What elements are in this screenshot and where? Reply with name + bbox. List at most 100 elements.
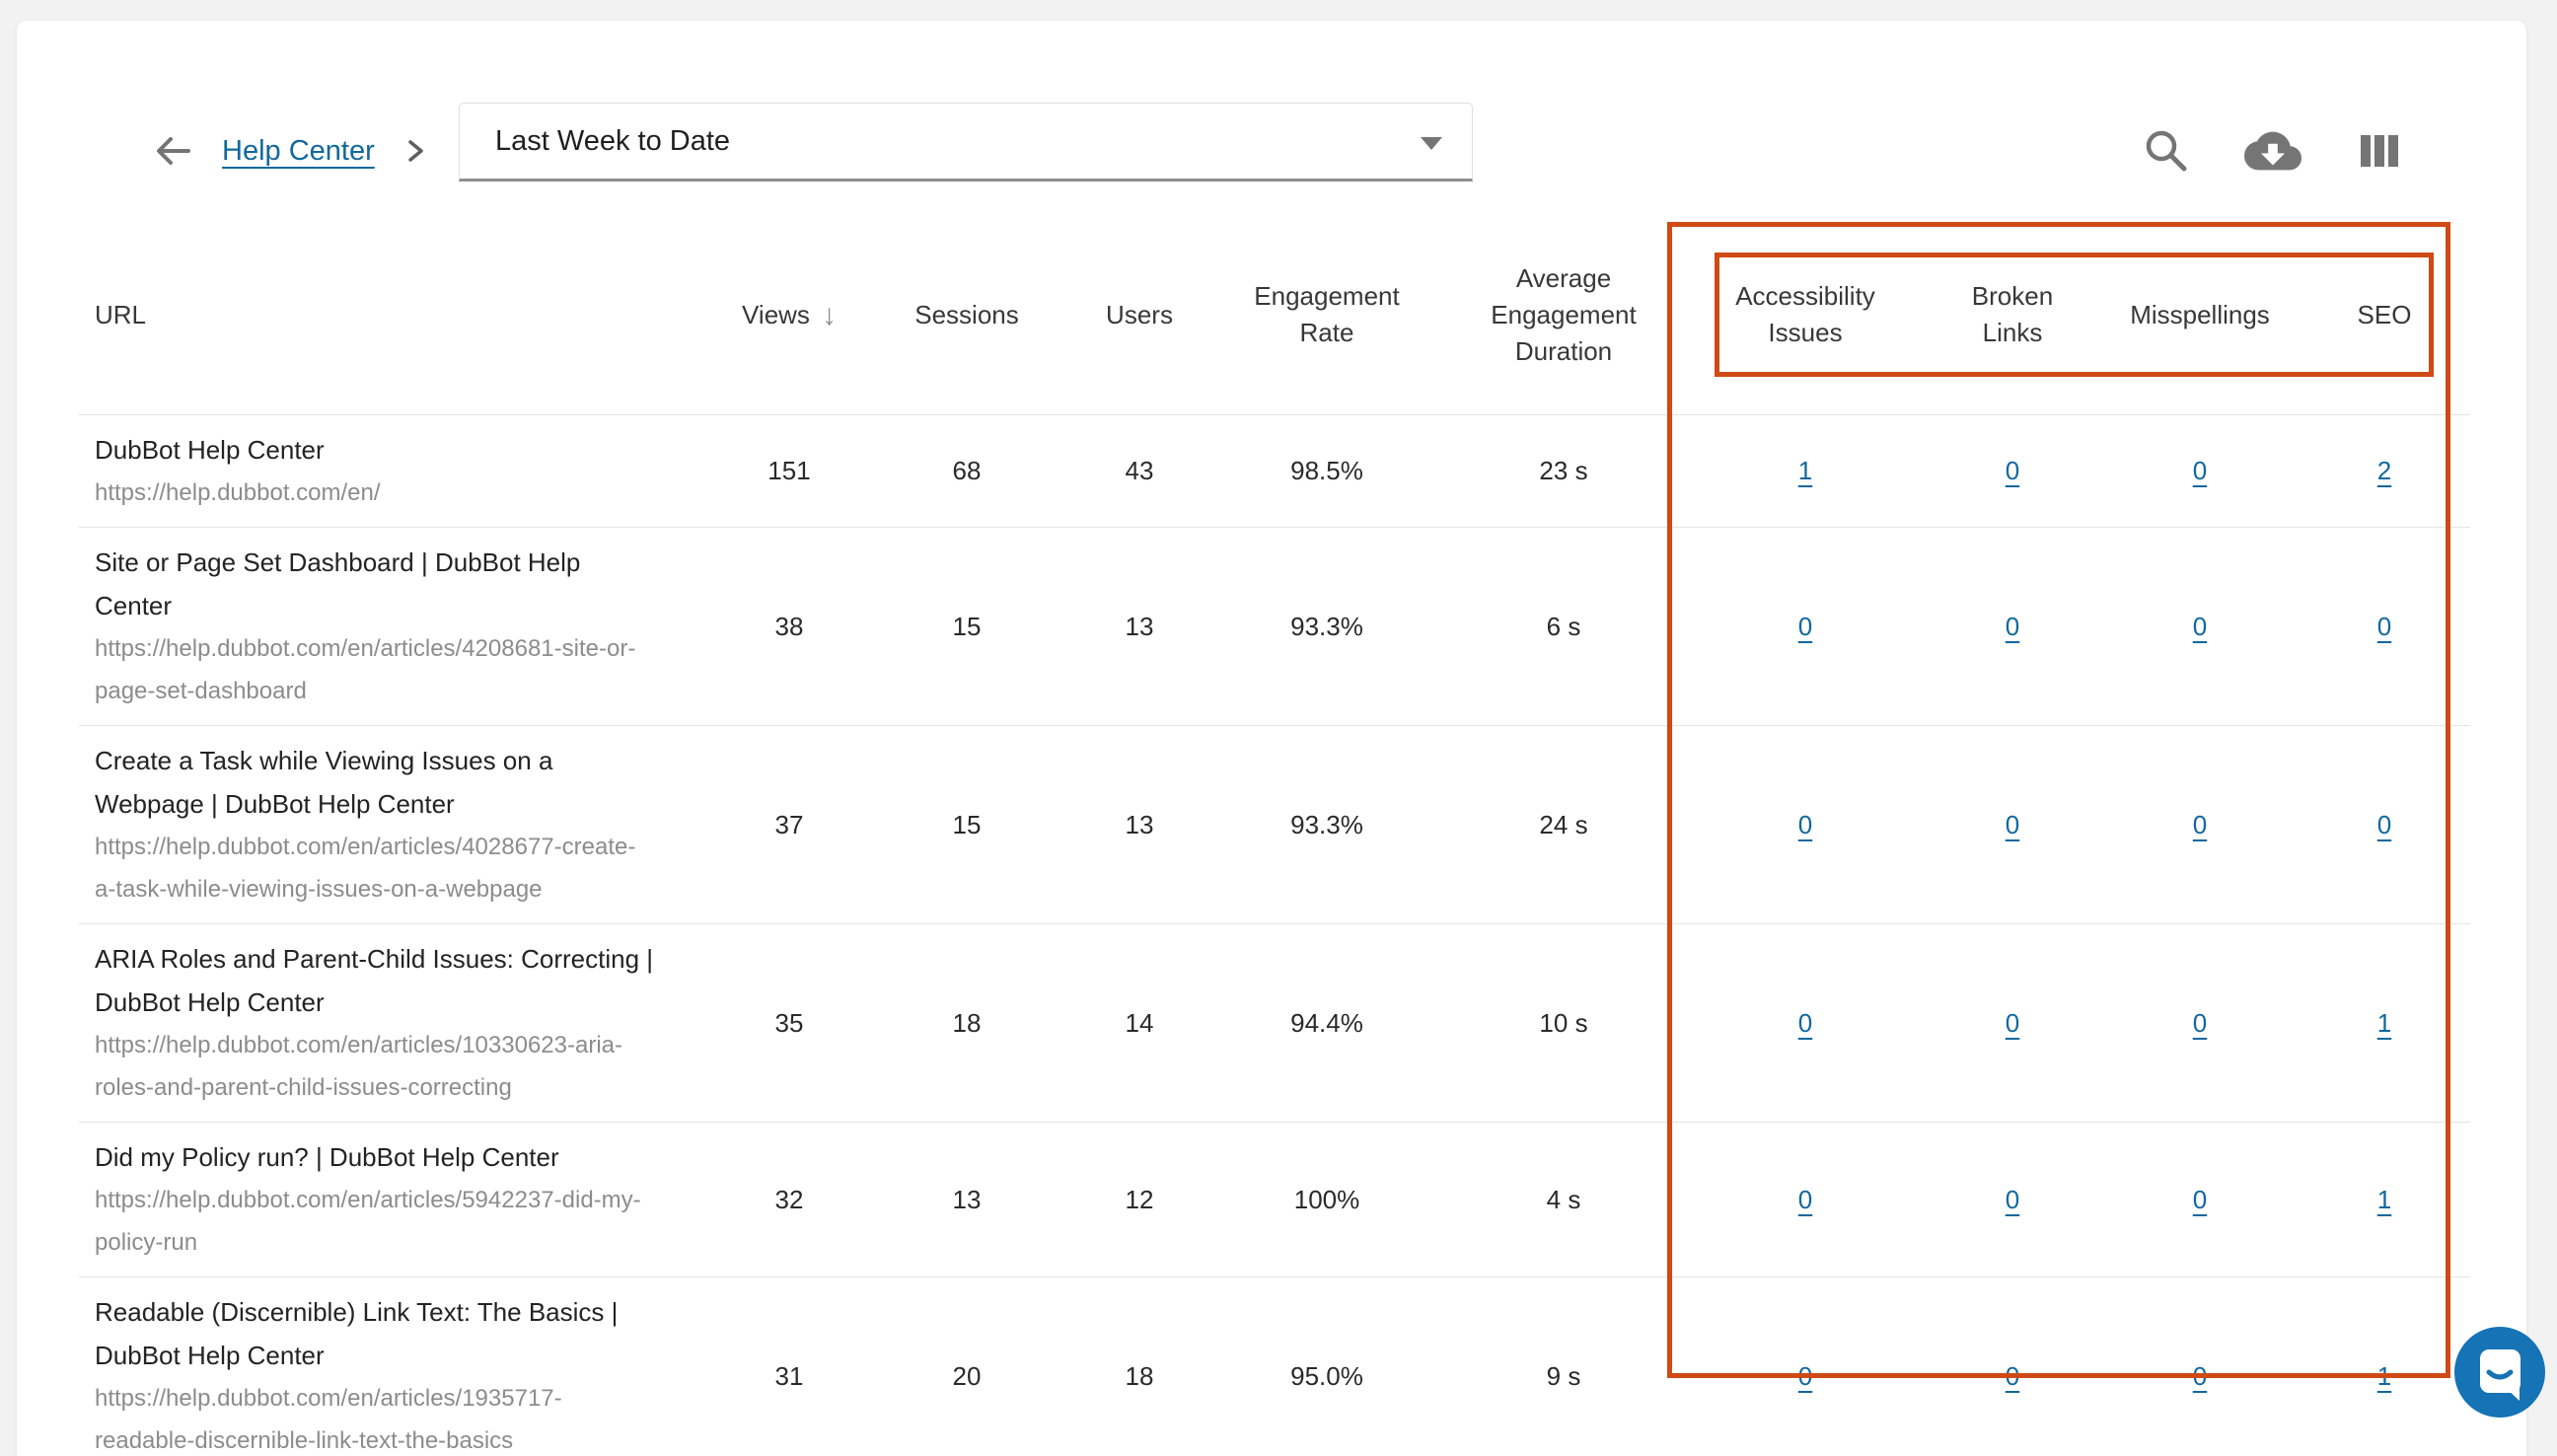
table-row: DubBot Help Center https://help.dubbot.c… <box>79 415 2470 528</box>
avg-engagement-duration-cell: 6 s <box>1440 612 1687 642</box>
columns-icon <box>2361 135 2398 167</box>
accessibility-issues-link[interactable]: 0 <box>1798 1185 1812 1214</box>
seo-link[interactable]: 0 <box>2377 810 2391 839</box>
engagement-rate-cell: 98.5% <box>1213 456 1440 486</box>
accessibility-issues-link[interactable]: 0 <box>1798 1008 1812 1038</box>
date-range-value: Last Week to Date <box>495 125 730 158</box>
users-cell: 13 <box>1065 810 1213 840</box>
url-cell: Readable (Discernible) Link Text: The Ba… <box>79 1277 710 1456</box>
table-row: Site or Page Set Dashboard | DubBot Help… <box>79 528 2470 726</box>
users-cell: 14 <box>1065 1008 1213 1039</box>
content-card: Help Center Last Week to Date <box>17 21 2526 1456</box>
table-row: Did my Policy run? | DubBot Help Center … <box>79 1123 2470 1277</box>
breadcrumb: Help Center <box>151 115 428 186</box>
url-cell: ARIA Roles and Parent-Child Issues: Corr… <box>79 924 710 1122</box>
page-title: DubBot Help Center <box>95 428 702 472</box>
breadcrumb-link-help-center[interactable]: Help Center <box>222 135 375 168</box>
page-title: Create a Task while Viewing Issues on a … <box>95 739 702 826</box>
chat-launcher-button[interactable] <box>2454 1327 2545 1418</box>
arrow-left-icon <box>152 130 193 172</box>
column-header-broken-links[interactable]: Broken Links <box>1924 278 2101 351</box>
accessibility-issues-link[interactable]: 0 <box>1798 612 1812 641</box>
accessibility-issues-link[interactable]: 0 <box>1798 810 1812 839</box>
views-cell: 38 <box>710 612 868 642</box>
avg-engagement-duration-cell: 4 s <box>1440 1185 1687 1215</box>
table-header-row: URL Views ↓ Sessions Users Engagement Ra… <box>79 245 2470 415</box>
page-url: https://help.dubbot.com/en/articles/4208… <box>95 627 702 712</box>
column-header-accessibility-issues[interactable]: Accessibility Issues <box>1687 278 1924 351</box>
page-title: Site or Page Set Dashboard | DubBot Help… <box>95 541 702 627</box>
page-url: https://help.dubbot.com/en/articles/1935… <box>95 1377 702 1456</box>
seo-link[interactable]: 1 <box>2377 1185 2391 1214</box>
toolbar <box>2136 115 2410 186</box>
misspellings-link[interactable]: 0 <box>2193 1185 2207 1214</box>
back-button[interactable] <box>151 129 194 173</box>
column-header-url[interactable]: URL <box>79 297 710 333</box>
page-url: https://help.dubbot.com/en/articles/4028… <box>95 826 702 910</box>
seo-link[interactable]: 1 <box>2377 1361 2391 1391</box>
avg-engagement-duration-cell: 9 s <box>1440 1361 1687 1392</box>
column-header-sessions[interactable]: Sessions <box>868 297 1065 333</box>
broken-links-link[interactable]: 0 <box>2006 1008 2019 1038</box>
chat-bubble-icon <box>2454 1327 2545 1418</box>
engagement-rate-cell: 94.4% <box>1213 1008 1440 1039</box>
misspellings-link[interactable]: 0 <box>2193 456 2207 485</box>
url-cell: DubBot Help Center https://help.dubbot.c… <box>79 415 710 527</box>
chevron-down-icon <box>1421 137 1442 150</box>
users-cell: 18 <box>1065 1361 1213 1392</box>
table-row: Readable (Discernible) Link Text: The Ba… <box>79 1277 2470 1456</box>
column-header-engagement-rate[interactable]: Engagement Rate <box>1213 278 1440 351</box>
users-cell: 43 <box>1065 456 1213 486</box>
columns-button[interactable] <box>2349 120 2410 182</box>
seo-link[interactable]: 1 <box>2377 1008 2391 1038</box>
users-cell: 12 <box>1065 1185 1213 1215</box>
search-icon <box>2142 126 2191 176</box>
date-range-select[interactable]: Last Week to Date <box>459 103 1473 182</box>
page-url: https://help.dubbot.com/en/ <box>95 472 702 514</box>
engagement-rate-cell: 93.3% <box>1213 612 1440 642</box>
page-title: Readable (Discernible) Link Text: The Ba… <box>95 1290 702 1377</box>
views-cell: 32 <box>710 1185 868 1215</box>
analytics-page: { "colors": { "link": "#11689e", "annota… <box>0 0 2557 1456</box>
column-header-avg-engagement-duration[interactable]: Average Engagement Duration <box>1440 260 1687 370</box>
sessions-cell: 15 <box>868 612 1065 642</box>
page-title: ARIA Roles and Parent-Child Issues: Corr… <box>95 937 702 1024</box>
column-header-views-label: Views <box>742 297 810 333</box>
misspellings-link[interactable]: 0 <box>2193 810 2207 839</box>
avg-engagement-duration-cell: 10 s <box>1440 1008 1687 1039</box>
download-button[interactable] <box>2242 120 2303 182</box>
accessibility-issues-link[interactable]: 1 <box>1798 456 1812 485</box>
seo-link[interactable]: 2 <box>2377 456 2391 485</box>
broken-links-link[interactable]: 0 <box>2006 1185 2019 1214</box>
misspellings-link[interactable]: 0 <box>2193 1008 2207 1038</box>
sort-desc-icon: ↓ <box>822 297 837 333</box>
table-row: ARIA Roles and Parent-Child Issues: Corr… <box>79 924 2470 1123</box>
broken-links-link[interactable]: 0 <box>2006 612 2019 641</box>
column-header-users[interactable]: Users <box>1065 297 1213 333</box>
broken-links-link[interactable]: 0 <box>2006 456 2019 485</box>
users-cell: 13 <box>1065 612 1213 642</box>
page-title: Did my Policy run? | DubBot Help Center <box>95 1135 702 1179</box>
misspellings-link[interactable]: 0 <box>2193 1361 2207 1391</box>
sessions-cell: 15 <box>868 810 1065 840</box>
seo-link[interactable]: 0 <box>2377 612 2391 641</box>
url-cell: Did my Policy run? | DubBot Help Center … <box>79 1123 710 1276</box>
table-row: Create a Task while Viewing Issues on a … <box>79 726 2470 924</box>
sessions-cell: 20 <box>868 1361 1065 1392</box>
column-header-misspellings[interactable]: Misspellings <box>2101 297 2299 333</box>
engagement-rate-cell: 95.0% <box>1213 1361 1440 1392</box>
engagement-rate-cell: 100% <box>1213 1185 1440 1215</box>
sessions-cell: 68 <box>868 456 1065 486</box>
broken-links-link[interactable]: 0 <box>2006 810 2019 839</box>
misspellings-link[interactable]: 0 <box>2193 612 2207 641</box>
analytics-table: URL Views ↓ Sessions Users Engagement Ra… <box>79 245 2470 1456</box>
page-url: https://help.dubbot.com/en/articles/1033… <box>95 1024 702 1109</box>
column-header-views[interactable]: Views ↓ <box>710 297 868 333</box>
broken-links-link[interactable]: 0 <box>2006 1361 2019 1391</box>
page-url: https://help.dubbot.com/en/articles/5942… <box>95 1179 702 1264</box>
views-cell: 35 <box>710 1008 868 1039</box>
column-header-seo[interactable]: SEO <box>2299 297 2470 333</box>
accessibility-issues-link[interactable]: 0 <box>1798 1361 1812 1391</box>
views-cell: 151 <box>710 456 868 486</box>
search-button[interactable] <box>2136 120 2197 182</box>
